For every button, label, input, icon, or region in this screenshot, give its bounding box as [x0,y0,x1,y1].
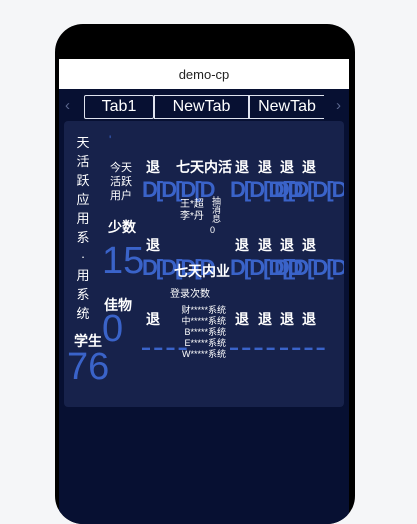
login-zero: 0 [210,225,216,235]
app-screen: ‹ Tab1 NewTab NewTab › 天 活 跃 应 用 系 · 用 系… [59,89,349,524]
stat-cell: 退 [235,159,249,175]
col2-value-2: 0 [102,308,124,350]
stat-marks: D[D[D[D [274,177,344,202]
col2-caption: 今天 活跃 用户 [110,162,132,202]
stat-cell: 退 [280,237,294,253]
stat-cell: 退 [235,237,249,253]
window-title: demo-cp [178,66,230,82]
tab-bar: ‹ Tab1 NewTab NewTab › [59,95,349,121]
chevron-left-icon[interactable]: ‹ [65,97,70,114]
seven-day-business-title: 七天内业 [174,263,230,279]
chevron-right-icon[interactable]: › [336,97,341,114]
phone-frame: demo-cp ‹ Tab1 NewTab NewTab › 天 活 跃 应 用… [55,24,355,524]
stat-cell: 退 [280,311,294,327]
stat-cell: 退 [146,159,160,175]
stat-cell: 退 [258,237,272,253]
login-count-label: 登录次数 [170,289,210,300]
tab-newtab-2[interactable]: NewTab [249,95,324,119]
col1-value: 76 [67,346,110,388]
col2-value-1: 15 [102,240,145,282]
tab-tab1[interactable]: Tab1 [84,95,154,119]
user-list: 王*超 李*丹 [180,199,204,222]
col2-mark: ' [109,133,112,147]
stat-cell: 退 [302,311,316,327]
stat-cell: 退 [258,159,272,175]
stat-cell: 退 [146,237,160,253]
tiny-stack: 抽 消 息 [212,196,222,224]
dashboard-panel: 天 活 跃 应 用 系 · 用 系 统 学生 76 ' 今天 活跃 用户 少数 … [64,121,344,407]
stat-cell: 退 [235,311,249,327]
stat-marks: D[D[D[D [274,255,344,280]
stat-cell: 退 [146,311,160,327]
stat-cell: 退 [258,311,272,327]
system-list: 财*****系统 中*****系统 B*****系统 E*****系统 W***… [181,305,226,359]
col2-label-1: 少数 [108,219,136,235]
stat-cell: 退 [302,237,316,253]
stat-cell: 退 [302,159,316,175]
tab-newtab-1[interactable]: NewTab [154,95,249,119]
col1-vertical-text: 天 活 跃 应 用 系 · 用 系 统 [76,135,90,321]
seven-day-active-title: 七天内活 [176,159,232,175]
stat-mini-marks: ▬ ▬ ▬ ▬ [230,343,276,352]
stat-mini-marks: ▬ ▬ ▬ ▬ [280,343,326,352]
stat-cell: 退 [280,159,294,175]
window-titlebar: demo-cp [59,59,349,89]
